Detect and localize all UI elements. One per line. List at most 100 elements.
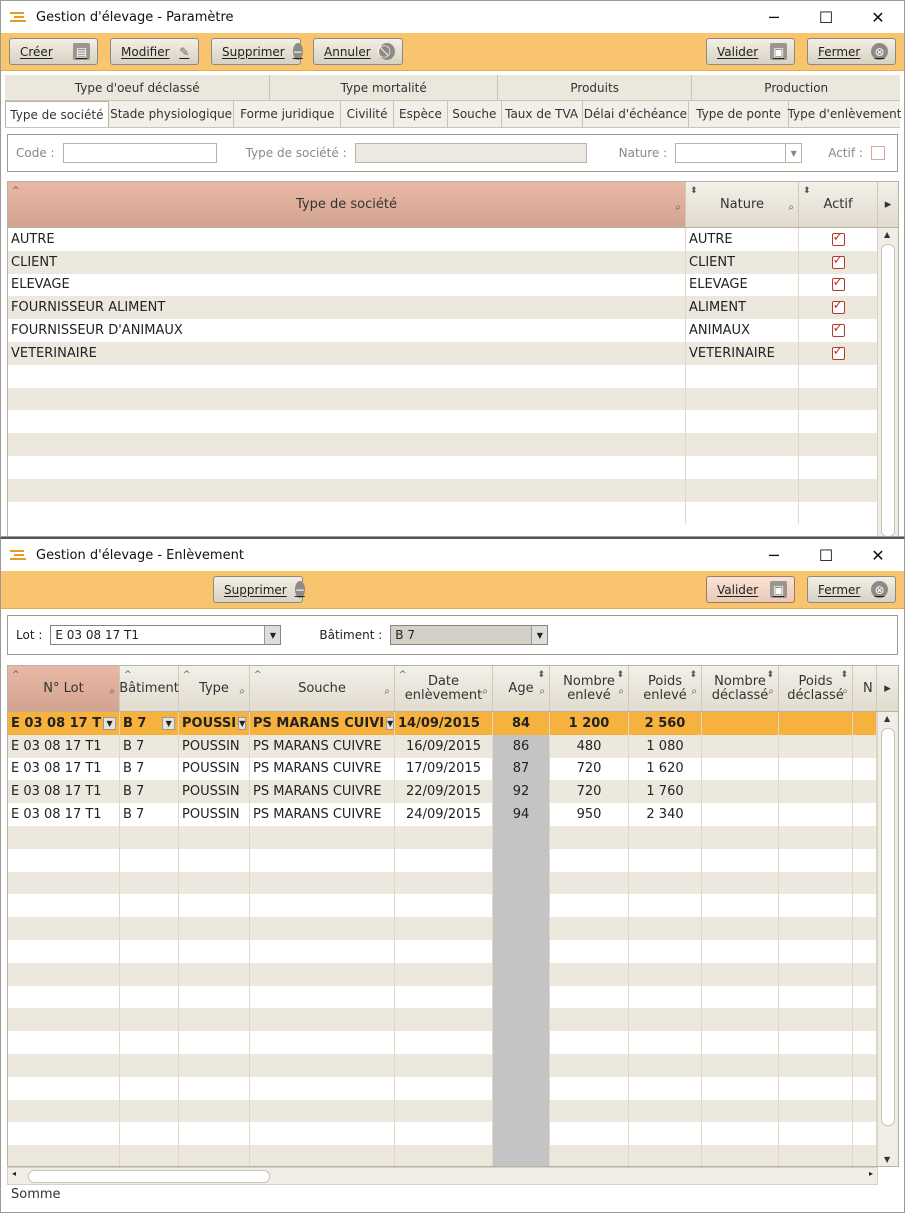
col-type[interactable]: ^ Type ⌕ (179, 666, 250, 711)
table-row[interactable]: VETERINAIRE VETERINAIRE (8, 341, 878, 365)
table-row[interactable]: CLIENT CLIENT (8, 250, 878, 274)
code-input[interactable] (62, 143, 217, 163)
scroll-right-icon[interactable]: ▸ (878, 182, 898, 227)
search-icon[interactable]: ⌕ (239, 685, 245, 699)
scroll-thumb[interactable] (881, 244, 895, 536)
tab-delai-echeance[interactable]: Délai d'échéance (583, 101, 690, 127)
dropdown-icon[interactable]: ▼ (238, 716, 247, 730)
cell-nombre-enleve[interactable]: 1 200 (550, 712, 629, 735)
cell-date[interactable]: 14/09/2015 (395, 712, 493, 735)
checkbox-checked[interactable] (831, 275, 845, 292)
dropdown-icon[interactable]: ▼ (386, 716, 394, 730)
table-row[interactable]: FOURNISSEUR D'ANIMAUX ANIMAUX (8, 319, 878, 342)
col-age[interactable]: ⬍ Age ⌕ (493, 666, 550, 711)
search-icon[interactable]: ⌕ (482, 685, 488, 699)
scroll-down-icon[interactable]: ▼ (884, 1155, 890, 1164)
search-icon[interactable]: ⌕ (618, 685, 624, 699)
col-souche[interactable]: ^ Souche ⌕ (250, 666, 395, 711)
valider-button[interactable]: Valider ▣ (706, 38, 795, 65)
tab-type-ponte[interactable]: Type de ponte (689, 101, 789, 127)
tab-espece[interactable]: Espèce (394, 101, 448, 127)
checkbox-checked[interactable] (831, 321, 845, 338)
cell-actif[interactable] (799, 319, 878, 342)
tab-taux-tva[interactable]: Taux de TVA (502, 101, 583, 127)
col-date[interactable]: ^ Date enlèvement ⌕ (395, 666, 493, 711)
col-no-lot[interactable]: ^ N° Lot ⌕ (8, 666, 120, 711)
tab-forme-juridique[interactable]: Forme juridique (234, 101, 342, 127)
cell-poids-enleve[interactable]: 2 560 (629, 712, 702, 735)
search-icon[interactable]: ⌕ (691, 685, 697, 699)
type-societe-input[interactable] (354, 143, 587, 163)
tab-production[interactable]: Production (692, 75, 900, 100)
selected-row[interactable]: E 03 08 17 T ▼ B 7 ▼ POUSSI ▼ PS MARANS CUI… (8, 712, 878, 735)
cell-lot[interactable]: E 03 08 17 T ▼ (8, 712, 120, 735)
cell-poids-declasse[interactable] (779, 712, 853, 735)
minimize-icon[interactable]: ─ (748, 1, 800, 33)
table-row[interactable]: FOURNISSEUR ALIMENT ALIMENT (8, 296, 878, 320)
tab-souche[interactable]: Souche (448, 101, 502, 127)
cell-nombre-declasse[interactable] (702, 712, 779, 735)
col-poids-enleve[interactable]: ⬍ Poids enlevé ⌕ (629, 666, 702, 711)
cell-actif[interactable] (799, 341, 878, 365)
search-icon[interactable]: ⌕ (539, 685, 545, 699)
search-icon[interactable]: ⌕ (675, 201, 681, 215)
cell-n[interactable] (853, 712, 877, 735)
vertical-scrollbar[interactable]: ▲ (877, 228, 898, 536)
modifier-button[interactable]: Modifier ✎ (110, 38, 199, 65)
col-n-partial[interactable]: N (853, 666, 877, 711)
table-row[interactable]: ELEVAGE ELEVAGE (8, 273, 878, 297)
tab-produits[interactable]: Produits (498, 75, 693, 100)
scroll-left-icon[interactable]: ◂ (12, 1169, 16, 1178)
tab-type-mortalite[interactable]: Type mortalité (270, 75, 498, 100)
col-actif[interactable]: ⬍ Actif (799, 182, 878, 227)
dropdown-icon[interactable]: ▼ (103, 716, 116, 730)
cell-actif[interactable] (799, 228, 878, 251)
valider-button[interactable]: Valider ▣ (706, 576, 795, 603)
close-icon[interactable]: ✕ (852, 1, 904, 33)
search-icon[interactable]: ⌕ (768, 685, 774, 699)
cell-actif[interactable] (799, 273, 878, 297)
cell-souche[interactable]: PS MARANS CUIVI ▼ (250, 712, 395, 735)
supprimer-button[interactable]: Supprimer − (211, 38, 303, 65)
scroll-right-icon[interactable]: ▸ (869, 1169, 873, 1178)
scroll-up-icon[interactable]: ▲ (884, 230, 890, 239)
table-row[interactable]: E 03 08 17 T1 B 7 POUSSIN PS MARANS CUIVRE 1… (8, 757, 878, 781)
col-nombre-declasse[interactable]: ⬍ Nombre déclassé ⌕ (702, 666, 779, 711)
col-poids-declasse[interactable]: ⬍ Poids déclassé ⌕ (779, 666, 853, 711)
search-icon[interactable]: ⌕ (788, 201, 794, 215)
lot-select[interactable]: E 03 08 17 T1 ▼ (50, 625, 282, 645)
dropdown-icon[interactable]: ▼ (162, 716, 175, 730)
annuler-button[interactable]: Annuler⃠ (313, 38, 403, 65)
fermer-button[interactable]: Fermer ⊗ (807, 576, 896, 603)
tab-type-societe[interactable]: Type de société (5, 101, 109, 127)
batiment-select[interactable]: B 7 ▼ (390, 625, 549, 645)
table-row[interactable]: E 03 08 17 T1 B 7 POUSSIN PS MARANS CUIVRE 2… (8, 780, 878, 804)
col-batiment[interactable]: ^ Bâtiment (119, 666, 179, 711)
minimize-icon[interactable]: ─ (748, 539, 800, 571)
checkbox-checked[interactable] (831, 298, 845, 315)
col-nature[interactable]: ⬍ Nature ⌕ (686, 182, 799, 227)
creer-button[interactable]: Créer ▤ (9, 38, 98, 65)
scroll-up-icon[interactable]: ▲ (884, 714, 890, 723)
tab-stade-physiologique[interactable]: Stade physiologique (109, 101, 235, 127)
cell-actif[interactable] (799, 250, 878, 274)
search-icon[interactable]: ⌕ (384, 685, 390, 699)
table-row[interactable]: E 03 08 17 T1 B 7 POUSSIN PS MARANS CUIVRE 1… (8, 734, 878, 758)
close-icon[interactable]: ✕ (852, 539, 904, 571)
search-icon[interactable]: ⌕ (842, 685, 848, 699)
tab-civilite[interactable]: Civilité (341, 101, 394, 127)
cell-type[interactable]: POUSSI ▼ (179, 712, 250, 735)
cell-actif[interactable] (799, 296, 878, 320)
tab-type-enlevement[interactable]: Type d'enlèvement (788, 101, 902, 127)
maximize-icon[interactable]: ☐ (800, 539, 852, 571)
vertical-scrollbar[interactable]: ▲ ▼ (877, 712, 898, 1166)
search-icon[interactable]: ⌕ (109, 685, 115, 699)
cell-batiment[interactable]: B 7 ▼ (120, 712, 179, 735)
table-row[interactable]: AUTRE AUTRE (8, 228, 878, 251)
actif-checkbox[interactable] (870, 146, 885, 160)
table-row[interactable]: E 03 08 17 T1 B 7 POUSSIN PS MARANS CUIVRE 2… (8, 803, 878, 826)
scroll-thumb[interactable] (28, 1170, 270, 1183)
tab-type-oeuf[interactable]: Type d'oeuf déclassé (5, 75, 271, 100)
supprimer-button[interactable]: Supprimer − (213, 576, 305, 603)
col-nombre-enleve[interactable]: ⬍ Nombre enlevé ⌕ (550, 666, 629, 711)
